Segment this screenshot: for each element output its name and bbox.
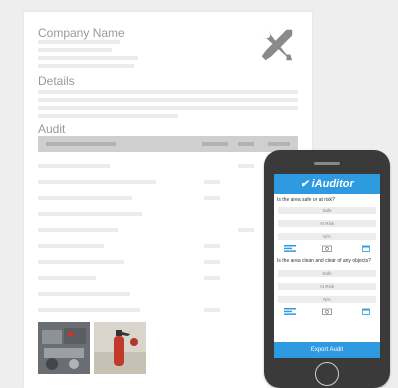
audit-heading: Audit	[38, 122, 66, 136]
audit-row	[38, 228, 118, 232]
audit-row	[38, 308, 140, 312]
option-safe[interactable]: Safe	[278, 270, 376, 277]
camera-icon[interactable]	[322, 245, 332, 252]
option-at-risk[interactable]: At Risk	[278, 220, 376, 227]
header-col	[238, 142, 254, 146]
phone-speaker	[314, 162, 340, 165]
audit-row-value	[204, 244, 220, 248]
question-text: Is the area clean and clear of any objec…	[277, 258, 371, 264]
phone-screen: ✔ iAuditor Is the area safe or at risk? …	[274, 174, 380, 358]
placeholder-line	[38, 106, 298, 110]
company-name: Company Name	[38, 26, 125, 40]
notes-icon[interactable]	[284, 308, 296, 315]
audit-row-value	[204, 196, 220, 200]
audit-row	[38, 196, 132, 200]
header-col	[268, 142, 290, 146]
audit-row-value	[204, 276, 220, 280]
header-col	[46, 142, 116, 146]
placeholder-line	[38, 98, 298, 102]
audit-row-value	[204, 180, 220, 184]
calendar-icon[interactable]	[362, 245, 370, 252]
audit-row	[38, 244, 104, 248]
app-title: iAuditor	[311, 178, 354, 190]
placeholder-line	[38, 64, 134, 68]
audit-table-header	[38, 136, 298, 152]
calendar-icon[interactable]	[362, 308, 370, 315]
placeholder-line	[38, 56, 138, 60]
engine-photo	[38, 322, 90, 374]
option-na[interactable]: N/A	[278, 296, 376, 303]
audit-row-value	[204, 260, 220, 264]
camera-icon[interactable]	[322, 308, 332, 315]
question-actions	[278, 244, 376, 252]
header-col	[202, 142, 228, 146]
app-header: ✔ iAuditor	[274, 174, 380, 194]
audit-row	[38, 180, 156, 184]
audit-row	[38, 276, 96, 280]
notes-icon[interactable]	[284, 245, 296, 252]
placeholder-line	[38, 90, 298, 94]
audit-row	[38, 260, 124, 264]
question-actions	[278, 307, 376, 315]
checkmark-icon: ✔	[300, 178, 309, 190]
option-safe[interactable]: Safe	[278, 207, 376, 214]
home-button[interactable]	[315, 362, 339, 386]
placeholder-line	[38, 48, 112, 52]
placeholder-line	[38, 114, 178, 118]
audit-row-value	[238, 228, 254, 232]
audit-row	[38, 292, 130, 296]
placeholder-line	[38, 40, 120, 44]
option-at-risk[interactable]: At Risk	[278, 283, 376, 290]
tools-icon	[261, 29, 293, 61]
details-heading: Details	[38, 74, 75, 88]
audit-row-value	[238, 164, 254, 168]
export-audit-button[interactable]: Export Audit	[274, 342, 380, 358]
phone-device: ✔ iAuditor Is the area safe or at risk? …	[264, 150, 390, 388]
audit-row	[38, 212, 142, 216]
fire-extinguisher-photo	[94, 322, 146, 374]
question-text: Is the area safe or at risk?	[277, 197, 335, 203]
audit-row-value	[204, 308, 220, 312]
audit-row	[38, 164, 110, 168]
option-na[interactable]: N/A	[278, 233, 376, 240]
